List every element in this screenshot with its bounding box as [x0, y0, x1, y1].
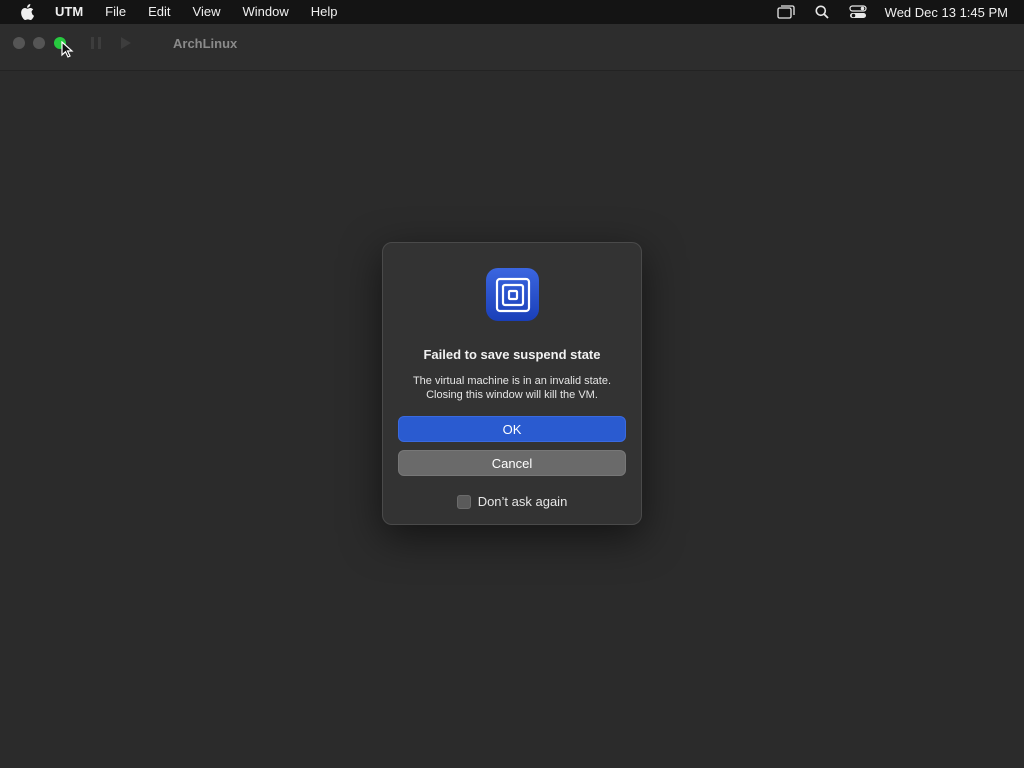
dont-ask-again-row[interactable]: Don’t ask again: [383, 494, 641, 509]
menu-bar-clock[interactable]: Wed Dec 13 1:45 PM: [885, 5, 1008, 20]
ok-button[interactable]: OK: [398, 416, 626, 442]
apple-icon[interactable]: [18, 3, 36, 21]
menu-help[interactable]: Help: [300, 0, 349, 24]
alert-dialog: Failed to save suspend state The virtual…: [382, 242, 642, 525]
search-icon[interactable]: [813, 3, 831, 21]
window-minimize-button[interactable]: [33, 37, 45, 49]
dialog-title: Failed to save suspend state: [423, 347, 601, 362]
mouse-cursor-icon: [61, 40, 75, 64]
pause-icon[interactable]: [86, 35, 106, 51]
menu-view[interactable]: View: [182, 0, 232, 24]
window-title: ArchLinux: [173, 36, 238, 51]
utm-app-icon: [486, 268, 539, 321]
menu-file[interactable]: File: [94, 0, 137, 24]
dialog-message-line2: Closing this window will kill the VM.: [426, 389, 598, 401]
dont-ask-again-label[interactable]: Don’t ask again: [478, 494, 568, 509]
dont-ask-again-checkbox[interactable]: [456, 494, 471, 509]
menu-bar-status: Wed Dec 13 1:45 PM: [777, 0, 1008, 24]
window-toolbar: ArchLinux: [0, 24, 1024, 71]
control-center-icon[interactable]: [849, 3, 867, 21]
dialog-message: The virtual machine is in an invalid sta…: [393, 374, 631, 402]
menu-window[interactable]: Window: [231, 0, 299, 24]
dialog-message-line1: The virtual machine is in an invalid sta…: [412, 375, 612, 387]
window-list-icon[interactable]: [777, 3, 795, 21]
menu-app-name[interactable]: UTM: [44, 0, 94, 24]
menu-edit[interactable]: Edit: [137, 0, 181, 24]
window-close-button[interactable]: [13, 37, 25, 49]
play-icon[interactable]: [116, 35, 136, 51]
cancel-button[interactable]: Cancel: [398, 450, 626, 476]
menu-bar: UTM File Edit View Window Help Wed Dec 1…: [0, 0, 1024, 24]
